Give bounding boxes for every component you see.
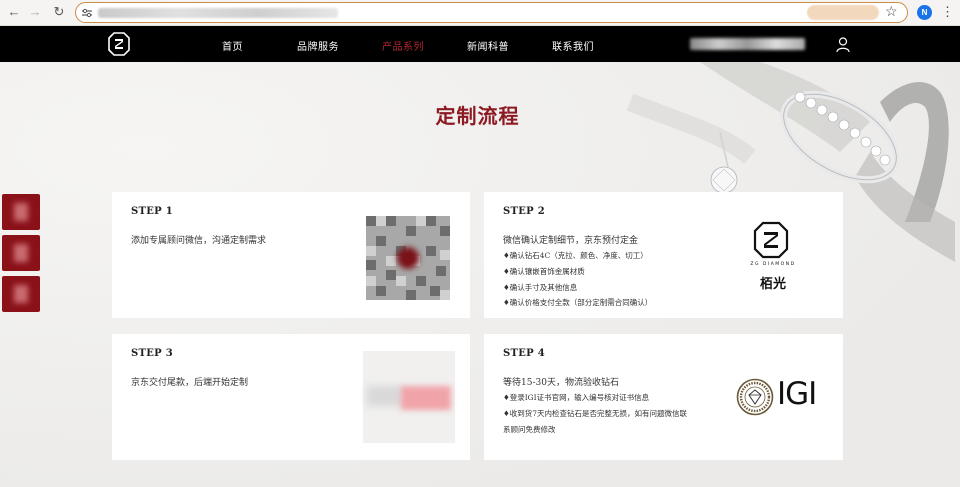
browser-menu-icon[interactable]: ⋮ bbox=[941, 4, 954, 20]
step-title: STEP 1 bbox=[131, 206, 174, 217]
step-description: 京东交付尾款，后端开始定制 bbox=[131, 378, 249, 388]
step-card-2: STEP 2 微信确认定制细节，京东预付定金 ♦确认钻石4C（克拉、颜色、净度、… bbox=[484, 192, 843, 318]
step-card-1: STEP 1 添加专属顾问微信，沟通定制需求 bbox=[112, 192, 470, 318]
nav-brand-service[interactable]: 品牌服务 bbox=[297, 38, 339, 53]
zg-diamond-logo-icon bbox=[753, 221, 789, 259]
igi-seal-icon bbox=[736, 378, 774, 416]
profile-avatar[interactable]: N bbox=[917, 5, 932, 20]
step-bullet: ♦收到货7天内检查钻石是否完整无损，如有问题微信联 bbox=[503, 409, 687, 418]
step-title: STEP 2 bbox=[503, 206, 546, 217]
reload-icon[interactable]: ↻ bbox=[51, 4, 67, 20]
nav-home[interactable]: 首页 bbox=[222, 38, 243, 53]
step-bullet: ♦确认价格支付全款（部分定制需合同确认） bbox=[503, 298, 653, 307]
url-text-redacted bbox=[98, 8, 338, 18]
step-description: 添加专属顾问微信，沟通定制需求 bbox=[131, 236, 267, 246]
browser-toolbar: ← → ↻ ☆ N ⋮ bbox=[0, 0, 960, 26]
bookmark-star-icon[interactable]: ☆ bbox=[885, 4, 898, 18]
nav-news[interactable]: 新闻科普 bbox=[467, 38, 509, 53]
nav-contact[interactable]: 联系我们 bbox=[552, 38, 594, 53]
step-bullet: ♦确认手寸及其他信息 bbox=[503, 283, 578, 292]
forward-icon[interactable]: → bbox=[27, 4, 43, 20]
float-button-qrcode[interactable] bbox=[2, 276, 40, 312]
wechat-qr-code bbox=[366, 216, 450, 300]
step-description: 等待15-30天，物流验收钻石 bbox=[503, 378, 619, 388]
float-button-wechat[interactable] bbox=[2, 194, 40, 230]
step-title: STEP 3 bbox=[131, 348, 174, 359]
url-chip-redacted[interactable] bbox=[807, 5, 879, 20]
step-title: STEP 4 bbox=[503, 348, 546, 359]
payment-image-redacted bbox=[363, 351, 455, 443]
back-icon[interactable]: ← bbox=[6, 4, 22, 20]
step-bullet: ♦确认镶嵌首饰金属材质 bbox=[503, 267, 585, 276]
step-description: 微信确认定制细节，京东预付定金 bbox=[503, 236, 639, 246]
site-settings-icon[interactable] bbox=[81, 7, 93, 19]
step-bullet: ♦确认钻石4C（克拉、颜色、净度、切工） bbox=[503, 251, 648, 260]
address-bar[interactable] bbox=[75, 2, 908, 23]
phone-number-redacted bbox=[690, 38, 805, 50]
step-card-3: STEP 3 京东交付尾款，后端开始定制 bbox=[112, 334, 470, 460]
igi-logo-text: IGI bbox=[777, 376, 817, 412]
step-bullet: ♦登录IGI证书官网，输入编号核对证书信息 bbox=[503, 393, 650, 402]
site-header: 首页 品牌服务 产品系列 新闻科普 联系我们 bbox=[0, 26, 960, 62]
user-icon[interactable] bbox=[836, 37, 850, 52]
step-bullet: 系顾问免费修改 bbox=[503, 425, 556, 434]
brand-english-name: ZG DIAMOND bbox=[750, 262, 796, 267]
step-card-4: STEP 4 等待15-30天，物流验收钻石 ♦登录IGI证书官网，输入编号核对… bbox=[484, 334, 843, 460]
float-button-phone[interactable] bbox=[2, 235, 40, 271]
zg-diamond-logo-icon[interactable] bbox=[108, 32, 130, 56]
brand-chinese-name: 栢光 bbox=[759, 277, 786, 292]
page-title: 定制流程 bbox=[435, 104, 520, 128]
nav-products[interactable]: 产品系列 bbox=[382, 38, 424, 53]
